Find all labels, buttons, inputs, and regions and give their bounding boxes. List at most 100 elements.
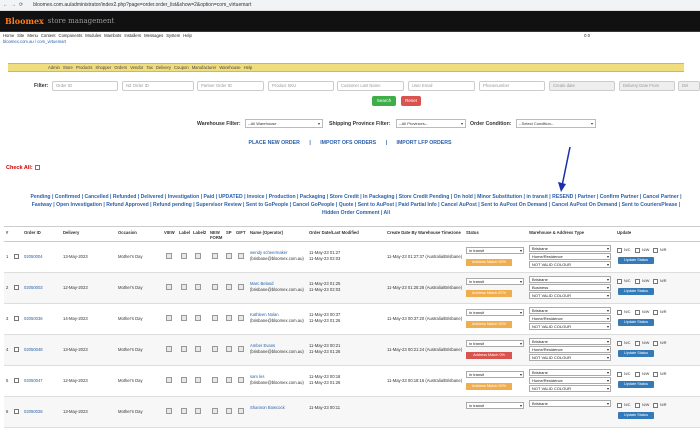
new-form-icon[interactable]	[212, 253, 218, 259]
menu-item-modules[interactable]: Modules	[85, 33, 101, 38]
status-select[interactable]: in transit	[466, 278, 524, 285]
nr-checkbox[interactable]	[653, 341, 658, 346]
col-status[interactable]: Status	[466, 230, 479, 235]
label2-icon[interactable]	[195, 377, 201, 383]
view-icon[interactable]	[166, 284, 172, 290]
gift-icon[interactable]	[238, 253, 244, 259]
row-checkbox[interactable]	[14, 254, 19, 259]
order-id-link[interactable]: 02050026	[24, 409, 43, 414]
sp-icon[interactable]	[226, 284, 232, 290]
customer-name-link[interactable]: wendy scheermaker	[250, 250, 287, 255]
update-status-button[interactable]: Update Status	[618, 412, 654, 419]
gift-icon[interactable]	[238, 284, 244, 290]
sp-icon[interactable]	[226, 315, 232, 321]
col-order-date[interactable]: Order Date/Last Modified	[309, 230, 359, 235]
nav-vendor[interactable]: Vendor	[130, 65, 143, 70]
menu-item-site[interactable]: Site	[17, 33, 24, 38]
order-id-input[interactable]: Order ID	[52, 81, 118, 91]
nr-checkbox[interactable]	[653, 248, 658, 253]
partner-order-id-input[interactable]: Partner Order ID	[197, 81, 264, 91]
customer-last-name-input[interactable]: Customer Last Name	[337, 81, 404, 91]
nw-checkbox[interactable]	[635, 372, 640, 377]
status-links-line-1[interactable]: Pending | Confirmed | Cancelled | Refund…	[12, 193, 700, 201]
status-select[interactable]: in transit	[466, 402, 524, 409]
col-create-date[interactable]: Create Date By Warehouse Timezone	[387, 230, 467, 235]
sp-icon[interactable]	[226, 346, 232, 352]
nc-checkbox[interactable]	[617, 341, 622, 346]
phone-input[interactable]: Phonenumber	[479, 81, 545, 91]
status-select[interactable]: in transit	[466, 247, 524, 254]
check-all-checkbox[interactable]	[34, 165, 40, 171]
nz-order-id-input[interactable]: NZ Order ID	[122, 81, 194, 91]
sp-icon[interactable]	[226, 377, 232, 383]
product-sku-input[interactable]: Product SKU	[268, 81, 334, 91]
colour-valid-select[interactable]: NOT VALID COLOUR	[529, 385, 611, 392]
col-warehouse[interactable]: Warehouse & Address Type	[529, 230, 584, 235]
nc-checkbox[interactable]	[617, 279, 622, 284]
customer-name-link[interactable]: sam les	[250, 374, 264, 379]
menu-item-messages[interactable]: Messages	[144, 33, 163, 38]
nc-checkbox[interactable]	[617, 403, 622, 408]
label-icon[interactable]	[181, 284, 187, 290]
nav-coupon[interactable]: Coupon	[174, 65, 189, 70]
menu-item-help[interactable]: Help	[183, 33, 192, 38]
nav-manufacturer[interactable]: Manufacturer	[192, 65, 217, 70]
new-form-icon[interactable]	[212, 377, 218, 383]
status-links-line-3[interactable]: Hidden Order Comment | All	[12, 209, 700, 217]
warehouse-select[interactable]: Brisbane	[529, 338, 611, 345]
label2-icon[interactable]	[195, 346, 201, 352]
delivery-date-to-input[interactable]: Del	[678, 81, 700, 91]
condition-select[interactable]: --Select Condition--	[516, 119, 596, 128]
nr-checkbox[interactable]	[653, 279, 658, 284]
warehouse-select[interactable]: --All Warehouse	[245, 119, 323, 128]
nc-checkbox[interactable]	[617, 248, 622, 253]
new-form-icon[interactable]	[212, 284, 218, 290]
nw-checkbox[interactable]	[635, 403, 640, 408]
customer-name-link[interactable]: Shannon Bowcock	[250, 405, 285, 410]
province-select[interactable]: --All Provinces--	[396, 119, 466, 128]
warehouse-select[interactable]: Brisbane	[529, 307, 611, 314]
status-select[interactable]: in transit	[466, 309, 524, 316]
customer-name-link[interactable]: Marc Beland	[250, 281, 274, 286]
new-form-icon[interactable]	[212, 346, 218, 352]
breadcrumb[interactable]: bloomex.com.au / com_virtuemart	[3, 39, 66, 44]
warehouse-select[interactable]: Brisbane	[529, 245, 611, 252]
status-select[interactable]: in transit	[466, 340, 524, 347]
nav-warehouse[interactable]: Warehouse	[219, 65, 240, 70]
row-checkbox[interactable]	[14, 316, 19, 321]
nr-checkbox[interactable]	[653, 310, 658, 315]
col-delivery[interactable]: Delivery	[63, 230, 79, 235]
status-links-line-2[interactable]: Fastway | Open Investigation | Refund Ap…	[12, 201, 700, 209]
row-checkbox[interactable]	[14, 347, 19, 352]
address-type-select[interactable]: Home/Residence	[529, 253, 611, 260]
nc-checkbox[interactable]	[617, 372, 622, 377]
row-checkbox[interactable]	[14, 378, 19, 383]
back-icon[interactable]: ←	[3, 2, 8, 8]
menu-item-menu[interactable]: Menu	[27, 33, 37, 38]
warehouse-select[interactable]: Brisbane	[529, 276, 611, 283]
warehouse-select[interactable]: Brisbane	[529, 369, 611, 376]
customer-name-link[interactable]: Amber Evans	[250, 343, 275, 348]
nav-products[interactable]: Products	[76, 65, 93, 70]
import-lfp-orders-link[interactable]: IMPORT LFP ORDERS	[397, 140, 452, 146]
nr-checkbox[interactable]	[653, 403, 658, 408]
update-status-button[interactable]: Update Status	[618, 319, 654, 326]
order-id-link[interactable]: 02050004	[24, 254, 43, 259]
customer-name-link[interactable]: Kathleen Nolan	[250, 312, 279, 317]
row-checkbox[interactable]	[14, 285, 19, 290]
nav-tax[interactable]: Tax	[146, 65, 153, 70]
order-id-link[interactable]: 02050048	[24, 347, 43, 352]
gift-icon[interactable]	[238, 315, 244, 321]
update-status-button[interactable]: Update Status	[618, 381, 654, 388]
place-new-order-link[interactable]: PLACE NEW ORDER	[249, 140, 300, 146]
status-select[interactable]: in transit	[466, 371, 524, 378]
reset-button[interactable]: Reset	[401, 96, 421, 106]
forward-icon[interactable]: →	[11, 2, 16, 8]
gift-icon[interactable]	[238, 377, 244, 383]
update-status-button[interactable]: Update Status	[618, 257, 654, 264]
gift-icon[interactable]	[238, 346, 244, 352]
order-id-link[interactable]: 02050036	[24, 316, 43, 321]
url-field[interactable]: bloomex.com.au/administrator/index2.php?…	[33, 2, 700, 8]
address-type-select[interactable]: Business	[529, 284, 611, 291]
nr-checkbox[interactable]	[653, 372, 658, 377]
